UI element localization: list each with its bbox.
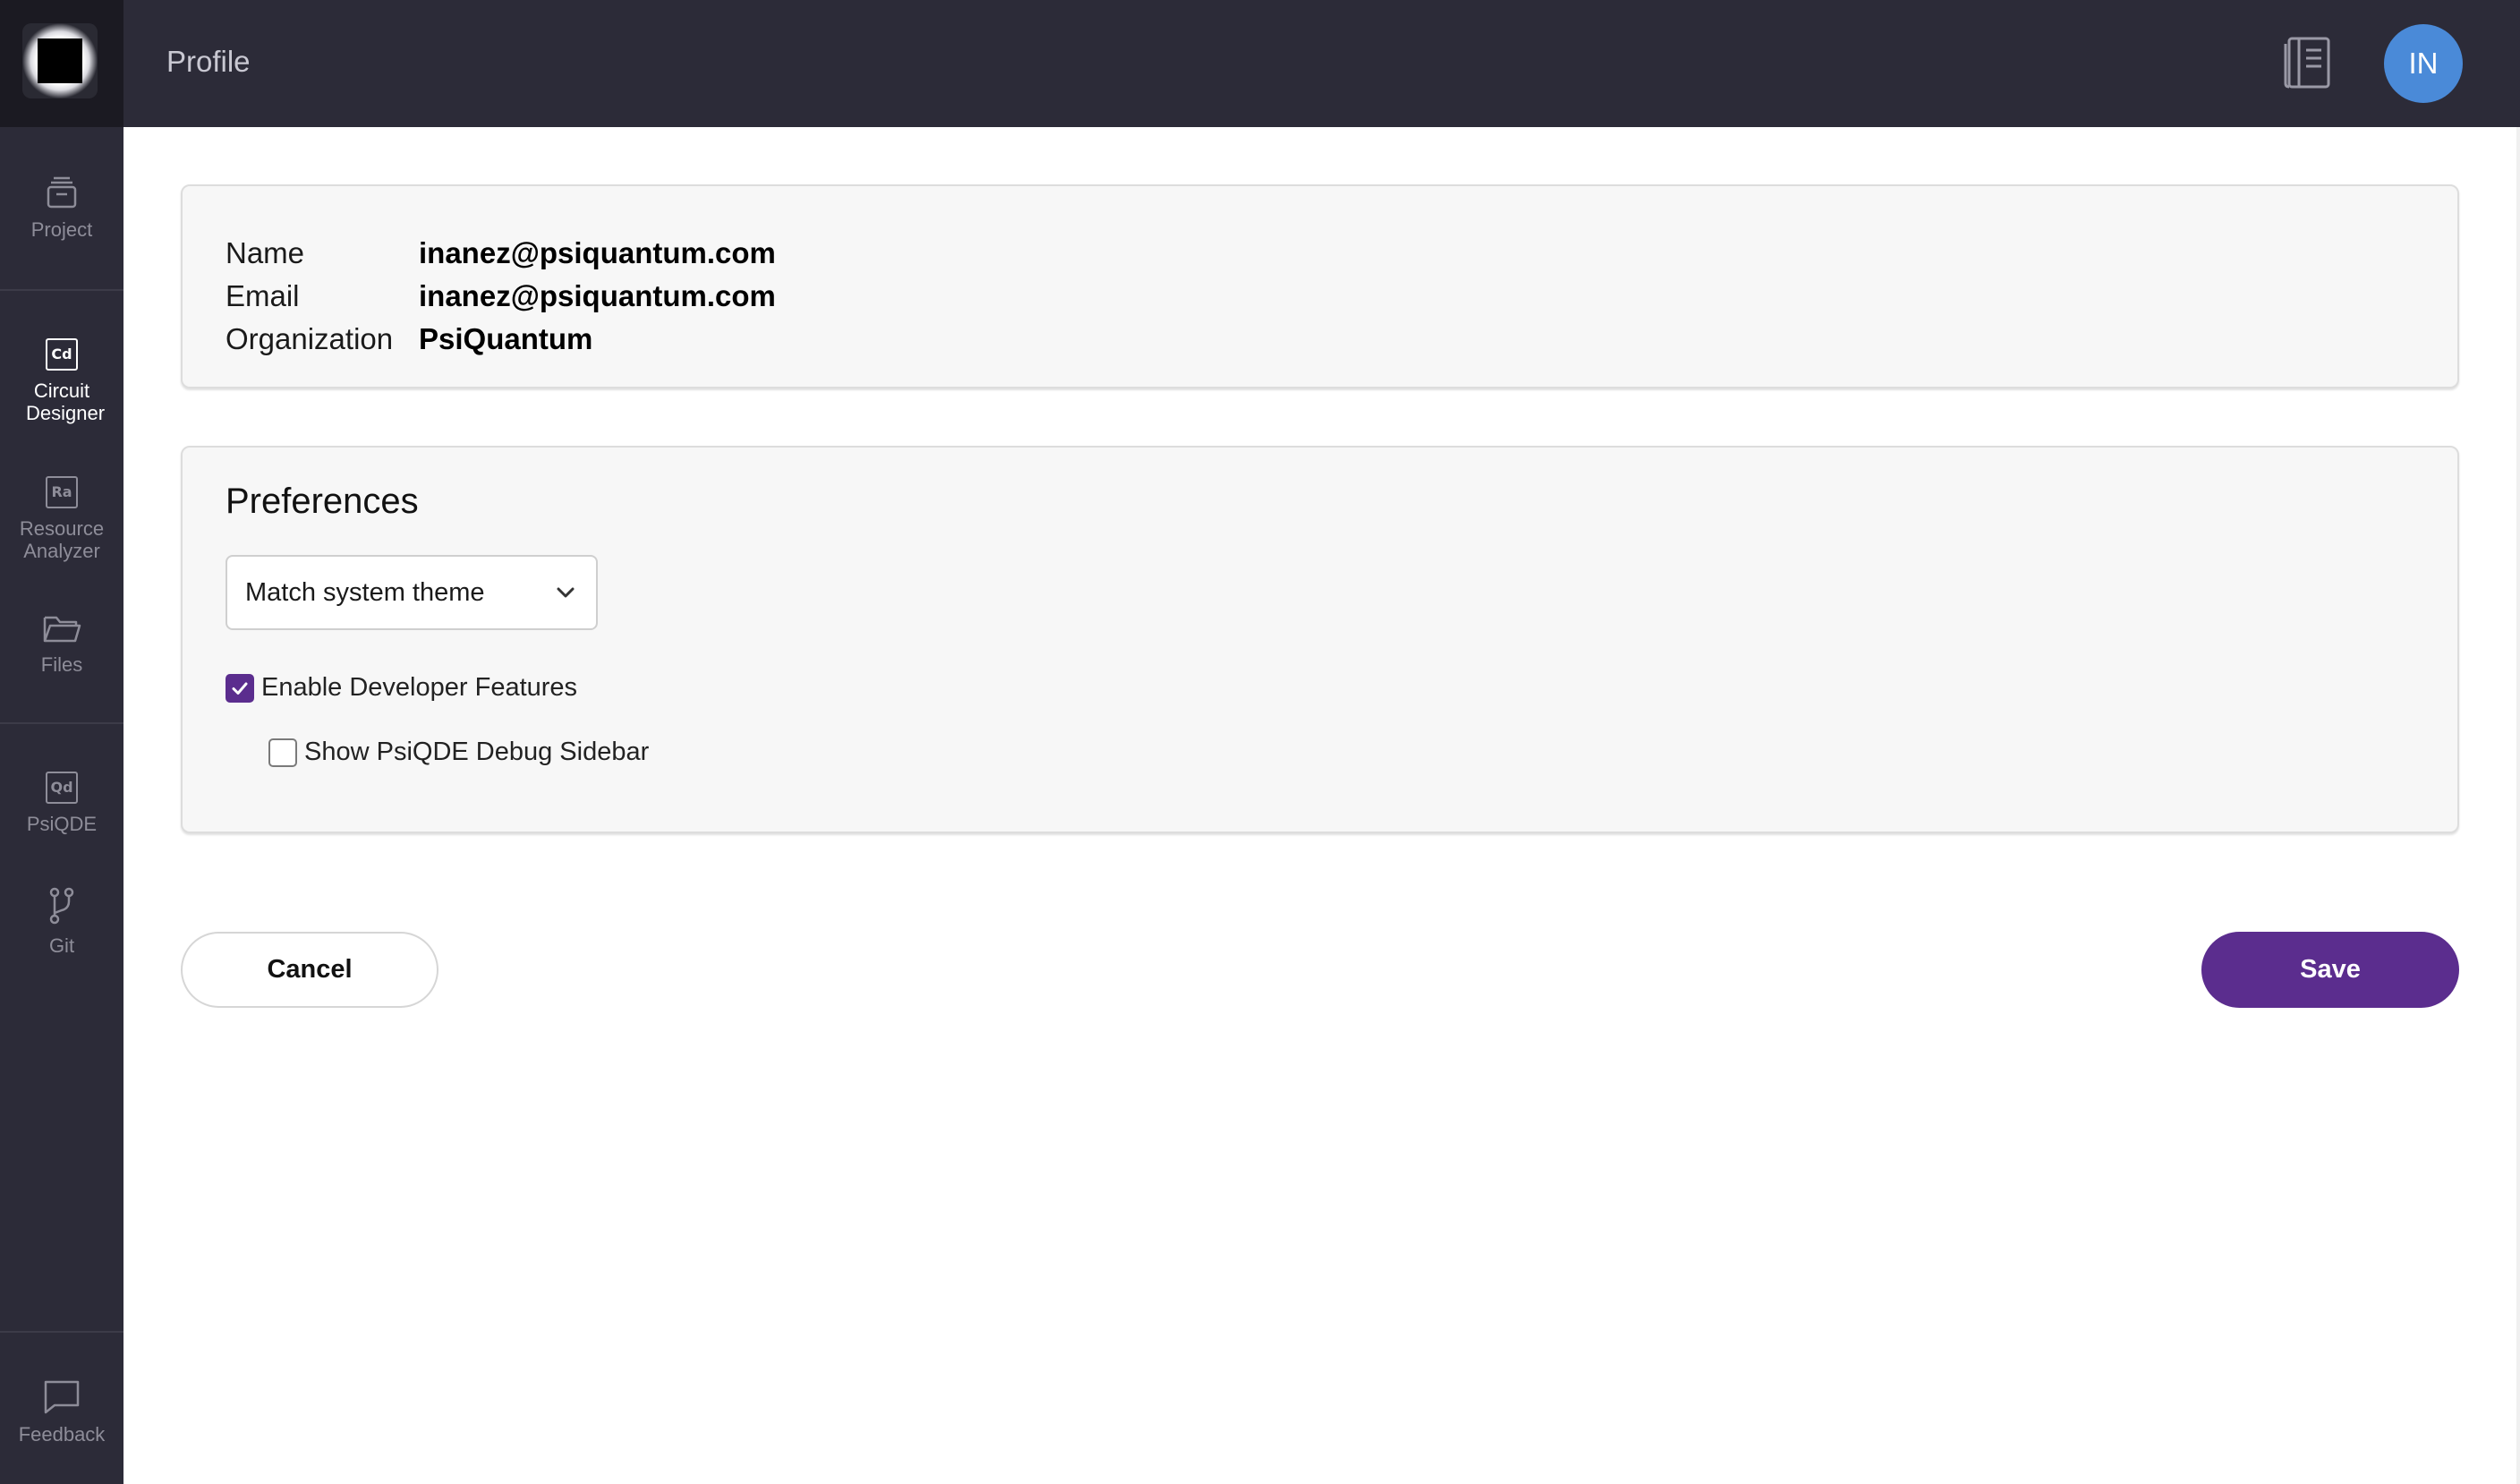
sidebar-item-label: PsiQDE — [26, 813, 98, 835]
cancel-button[interactable]: Cancel — [181, 932, 438, 1008]
enable-dev-label[interactable]: Enable Developer Features — [261, 673, 577, 703]
rail-divider — [0, 289, 123, 291]
sidebar-item-git[interactable]: Git — [0, 886, 123, 957]
preferences-card: Preferences Match system theme Enable De… — [181, 446, 2459, 833]
sidebar-item-label: Files — [40, 653, 83, 676]
top-bar: Profile IN — [123, 0, 2520, 127]
logo-mark — [22, 23, 98, 98]
field-label: Organization — [226, 322, 394, 355]
enable-dev-checkbox[interactable] — [226, 673, 254, 703]
circuit-designer-icon: Cd — [46, 338, 78, 371]
theme-select[interactable]: Match system theme — [226, 555, 598, 630]
debug-sidebar-row: Show PsiQDE Debug Sidebar — [268, 738, 649, 767]
page-title: Profile — [166, 45, 251, 78]
save-button[interactable]: Save — [2201, 932, 2459, 1008]
folder-icon — [43, 616, 81, 643]
debug-sidebar-checkbox[interactable] — [268, 738, 297, 767]
sidebar-item-label: Git — [48, 934, 75, 957]
sidebar-item-project[interactable]: Project — [0, 174, 123, 241]
sidebar-item-files[interactable]: Files — [0, 612, 123, 676]
field-label: Email — [226, 279, 300, 312]
profile-row-email: Email inanez@psiquantum.com — [226, 279, 776, 313]
field-value: inanez@psiquantum.com — [419, 279, 776, 312]
scrollbar-track[interactable] — [2516, 127, 2520, 1484]
user-avatar[interactable]: IN — [2384, 24, 2463, 103]
sidebar-item-circuit-designer[interactable]: Cd Circuit Designer — [0, 338, 123, 424]
preferences-title: Preferences — [226, 482, 419, 521]
sidebar-item-resource-analyzer[interactable]: Ra Resource Analyzer — [0, 476, 123, 562]
chat-bubble-icon — [44, 1380, 80, 1414]
rail-divider — [0, 722, 123, 724]
rail-divider — [0, 1331, 123, 1333]
sidebar-item-label: Circuit Designer — [26, 380, 106, 424]
debug-sidebar-label[interactable]: Show PsiQDE Debug Sidebar — [304, 738, 649, 767]
app-logo[interactable] — [0, 0, 123, 127]
psiqde-icon: Qd — [46, 772, 78, 804]
theme-select-value: Match system theme — [245, 578, 485, 607]
feedback-button[interactable]: Feedback — [0, 1378, 123, 1446]
enable-dev-row: Enable Developer Features — [226, 673, 577, 703]
docs-button[interactable] — [2282, 36, 2332, 90]
project-stack-icon — [47, 176, 77, 209]
profile-info-card: Name inanez@psiquantum.com Email inanez@ps… — [181, 184, 2459, 388]
book-icon — [2284, 37, 2330, 89]
profile-row-name: Name inanez@psiquantum.com — [226, 236, 776, 270]
sidebar-item-label: Project — [30, 218, 93, 241]
checkmark-icon — [232, 682, 248, 695]
field-label: Name — [226, 236, 305, 269]
chevron-down-icon — [557, 587, 575, 598]
resource-analyzer-icon: Ra — [46, 476, 78, 508]
feedback-label: Feedback — [18, 1423, 106, 1446]
git-branch-icon — [49, 887, 74, 925]
sidebar-item-psiqde[interactable]: Qd PsiQDE — [0, 772, 123, 835]
sidebar-item-label: Resource Analyzer — [19, 517, 105, 562]
field-value: PsiQuantum — [419, 322, 593, 355]
profile-row-organization: Organization PsiQuantum — [226, 322, 592, 356]
left-rail: Project Cd Circuit Designer Ra Resource … — [0, 0, 123, 1484]
field-value: inanez@psiquantum.com — [419, 236, 776, 269]
